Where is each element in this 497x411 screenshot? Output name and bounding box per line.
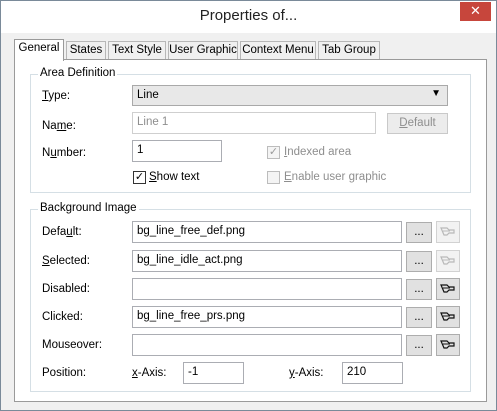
title-bar: Properties of... ✕ <box>1 1 496 33</box>
bg-default-label: Default: <box>42 226 82 238</box>
bg-clicked-field[interactable]: bg_line_free_prs.png <box>132 306 402 328</box>
bg-disabled-browse-button[interactable]: ... <box>406 279 432 300</box>
type-select[interactable]: Line ▼ <box>132 85 448 106</box>
type-select-value: Line <box>137 89 159 101</box>
name-label: Name: <box>42 120 76 132</box>
eyedropper-icon <box>440 256 455 265</box>
bg-mouseover-label: Mouseover: <box>42 339 103 351</box>
bg-mouseover-picker-button[interactable] <box>436 334 460 356</box>
close-icon: ✕ <box>470 3 481 18</box>
number-label: Number: <box>42 147 87 159</box>
bg-disabled-label: Disabled: <box>42 283 90 295</box>
window-title: Properties of... <box>199 7 298 24</box>
bg-default-field[interactable]: bg_line_free_def.png <box>132 221 402 243</box>
tab-states[interactable]: States <box>66 41 106 60</box>
enable-user-graphic-label: Enable user graphic <box>284 171 387 183</box>
indexed-area-checkbox[interactable]: ✓ <box>267 146 280 159</box>
position-label: Position: <box>42 367 87 379</box>
show-text-label: Show text <box>149 171 200 183</box>
background-image-title: Background Image <box>38 202 139 214</box>
y-axis-field[interactable]: 210 <box>342 362 403 384</box>
eyedropper-icon <box>440 284 455 293</box>
area-definition-title: Area Definition <box>38 67 118 79</box>
bg-default-picker-button[interactable] <box>436 221 460 243</box>
properties-dialog: Properties of... ✕ General States Text S… <box>0 0 497 411</box>
tab-general[interactable]: General <box>14 39 64 61</box>
tab-tab-group[interactable]: Tab Group <box>318 41 380 60</box>
name-field[interactable]: Line 1 <box>132 112 376 134</box>
indexed-area-label: Indexed area <box>284 146 352 158</box>
tab-context-menu[interactable]: Context Menu <box>240 41 316 60</box>
chevron-down-icon: ▼ <box>431 88 441 99</box>
type-label: Type: <box>42 90 71 102</box>
bg-disabled-field[interactable] <box>132 278 402 300</box>
bg-mouseover-field[interactable] <box>132 334 402 356</box>
bg-selected-label: Selected: <box>42 255 90 267</box>
x-axis-field[interactable]: -1 <box>183 362 244 384</box>
bg-selected-picker-button[interactable] <box>436 250 460 272</box>
eyedropper-icon <box>440 340 455 349</box>
tab-user-graphic[interactable]: User Graphic <box>168 41 238 60</box>
default-button[interactable]: Default <box>387 113 448 134</box>
number-field[interactable]: 1 <box>132 140 222 162</box>
bg-selected-field[interactable]: bg_line_idle_act.png <box>132 250 402 272</box>
eyedropper-icon <box>440 227 455 236</box>
enable-user-graphic-checkbox[interactable] <box>267 171 280 184</box>
y-axis-label: y-Axis: <box>289 367 324 379</box>
eyedropper-icon <box>440 312 455 321</box>
tab-text-style[interactable]: Text Style <box>108 41 166 60</box>
bg-default-browse-button[interactable]: ... <box>406 222 432 243</box>
bg-disabled-picker-button[interactable] <box>436 278 460 300</box>
bg-clicked-label: Clicked: <box>42 311 83 323</box>
close-button[interactable]: ✕ <box>460 2 491 21</box>
x-axis-label: x-Axis: <box>132 367 167 379</box>
bg-clicked-browse-button[interactable]: ... <box>406 307 432 328</box>
bg-selected-browse-button[interactable]: ... <box>406 251 432 272</box>
bg-clicked-picker-button[interactable] <box>436 306 460 328</box>
show-text-checkbox[interactable]: ✓ <box>133 171 146 184</box>
bg-mouseover-browse-button[interactable]: ... <box>406 335 432 356</box>
